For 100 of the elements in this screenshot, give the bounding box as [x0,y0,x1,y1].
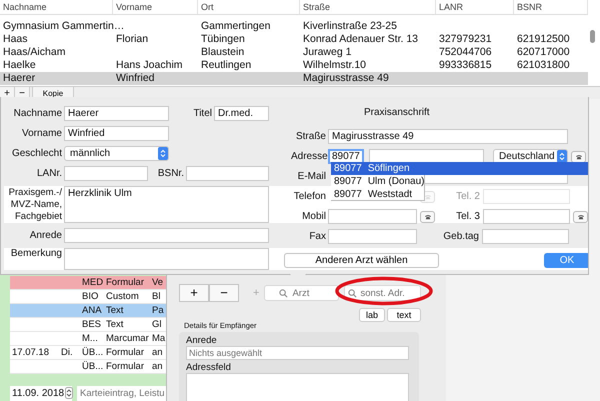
field-label: Bemerkung [10,248,62,259]
gender-select[interactable]: männlich [64,146,169,161]
table-cell: Haas/Aicham [3,46,66,58]
phone-button[interactable] [573,210,588,222]
type-text: Formular [106,347,144,358]
field-label: Praxisgem.-/ MVZ-Name, Fachgebiet [8,187,62,223]
entry-text: Gl [152,319,162,330]
table-cell: Hans Joachim [116,59,183,71]
bsnr-field[interactable] [186,166,269,181]
table-row[interactable]: Haerer Winfried Magirusstrasse 49 [0,72,588,85]
entry-text: Pa [152,305,164,316]
table-cell: Gymnasium Gammertin… [3,20,124,32]
field-label: Tel. 2 [455,191,480,202]
table-cell: 327979231 [439,33,492,45]
table-cell: Juraweg 1 [303,46,352,58]
field-label: E-Mail [296,171,326,182]
code-text: ANA [82,305,102,316]
column-header[interactable]: LANR [436,0,514,14]
field-label: Geb.tag [442,231,479,242]
column-header[interactable]: BSNR [514,0,588,14]
mobile-field[interactable] [328,209,417,224]
entry-input-field[interactable]: Karteieintrag, Leistu [77,386,166,401]
address-search-field[interactable]: sonst. Adr. [344,285,422,301]
first-name-field[interactable]: Winfried [64,126,169,141]
surname-field[interactable]: Haerer [64,106,169,121]
phone-button[interactable] [571,150,586,162]
phone-button[interactable] [420,210,435,222]
scrollbar-thumb[interactable] [590,30,595,43]
lanr-field[interactable] [64,166,148,181]
table-cell: Haerer [3,72,36,84]
column-header[interactable]: Nachname [0,0,113,14]
entry-text: Ve [152,277,164,288]
suggestion-item[interactable]: 89077 Weststadt [331,188,425,201]
weekday-text: Di. [60,346,73,359]
table-row[interactable]: Haas/Aicham Blaustein Juraweg 1 752044706 620717000 [0,46,588,59]
type-text: Formular [106,277,144,288]
address-textarea[interactable] [186,373,409,401]
journal-row[interactable]: MED Formular Ve [10,276,166,290]
field-label: Anrede [186,335,218,346]
table-cell: Florian [116,33,148,45]
journal-row[interactable]: ANA Text Pa [10,304,166,318]
suggestion-item[interactable]: 89077 Ulm (Donau) [331,175,425,188]
stepper-icon [557,150,567,163]
table-cell: Kiverlinstraße 23-25 [303,20,397,32]
salutation-field[interactable] [64,228,269,243]
suggestion-item[interactable]: 89077 Söflingen [331,162,588,175]
stepper-icon[interactable] [65,387,74,399]
field-label: Fax [308,231,326,242]
field-label: Anrede [28,230,62,241]
journal-row[interactable]: ÜB... Formular an [10,360,166,374]
field-label: Straße [294,131,326,142]
phone-icon [424,214,432,220]
code-text: ÜB... [82,347,104,358]
column-header[interactable]: Ort [198,0,300,14]
table-row[interactable]: Haelke Hans Joachim Reutlingen Wilhelmstr.10 993336815 621031800 [0,59,588,72]
template-button[interactable]: lab [359,308,386,322]
practice-textarea[interactable]: Herzklinik Ulm [64,186,269,223]
table-cell: Haelke [3,59,36,71]
add-button[interactable]: + [179,284,209,302]
code-text: BES [82,319,102,330]
journal-row[interactable]: 17.07.18 Di. ÜB... Formular an [10,346,166,360]
entry-text: Ma [152,333,166,344]
field-label: Adressfeld [186,362,232,373]
choose-other-doctor-button[interactable]: Anderen Arzt wählen [284,253,439,268]
table-row[interactable]: Gymnasium Gammertin… Gammertingen Kiverlinstraße 23-25 [0,20,588,33]
template-button[interactable]: text [387,308,422,322]
remark-textarea[interactable] [64,248,269,270]
field-label: BSNr. [156,168,184,179]
fax-field[interactable] [328,229,417,244]
journal-row[interactable]: BES Text Gl [10,318,166,332]
code-text: BIO [82,291,98,302]
table-row[interactable]: Haas Florian Tübingen Konrad Adenauer Str. 13 327979231 621912500 [0,33,588,46]
street-field[interactable]: Magirusstrasse 49 [328,129,568,144]
phone-icon [576,214,584,220]
section-title: Praxisanschrift [364,107,431,120]
column-header[interactable]: Straße [300,0,436,14]
salutation-field[interactable]: Nichts ausgewählt [186,346,409,360]
table-cell: Wilhelmstr.10 [303,59,366,71]
code-text: M... [82,333,98,344]
birthday-field[interactable] [482,229,569,244]
doctor-search-field[interactable]: Arzt [264,285,340,301]
entry-text: Bl [152,291,160,302]
journal-row[interactable]: M... Marcumar Ma [10,332,166,346]
entry-text: an [152,347,163,358]
field-label: Telefon [292,191,326,202]
field-label: Mobil [301,211,326,222]
phone-field[interactable] [483,189,570,204]
type-text: Text [106,305,124,316]
field-label: LANr. [36,168,62,179]
phone-field[interactable] [483,209,570,224]
table-cell: Reutlingen [201,59,252,71]
table-cell: Tübingen [201,33,245,45]
table-cell: Konrad Adenauer Str. 13 [303,33,418,45]
remove-button[interactable]: − [209,284,239,302]
title-field[interactable]: Dr.med. [214,106,269,121]
code-text: ÜB... [82,361,104,372]
column-header[interactable]: Vorname [113,0,198,14]
field-label: Titel [192,108,212,119]
search-icon [279,289,288,298]
date-field[interactable]: 11.09. 2018 [10,386,72,401]
